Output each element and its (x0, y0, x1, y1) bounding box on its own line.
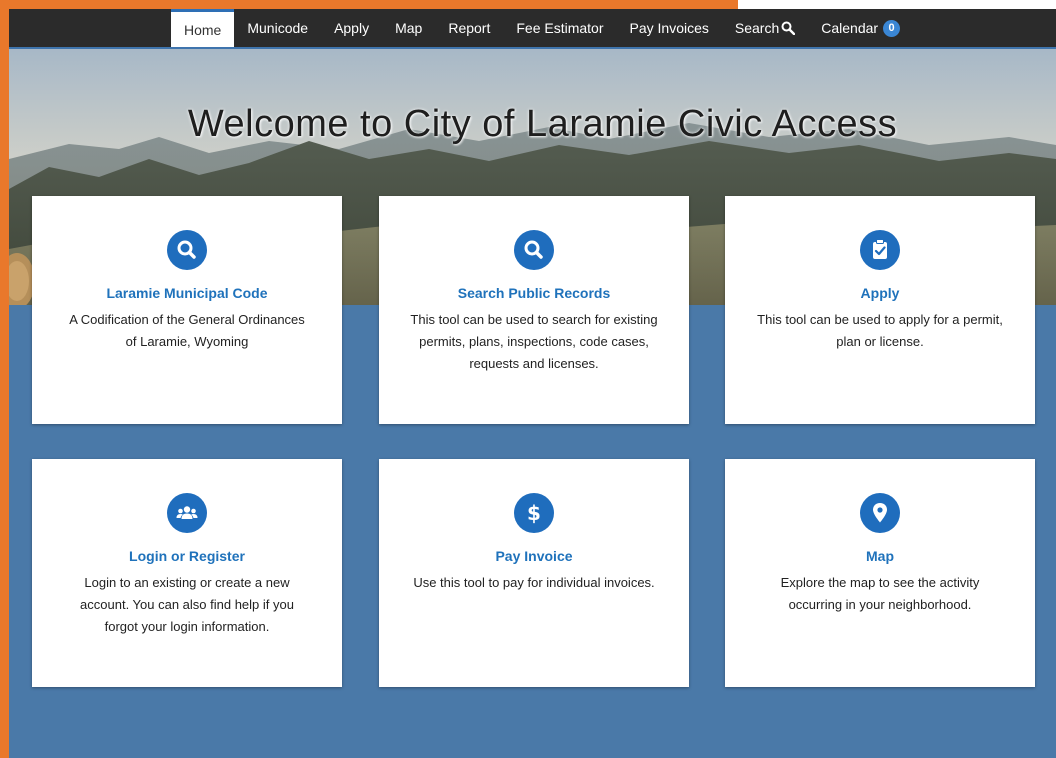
card-description: Login to an existing or create a new acc… (80, 575, 294, 634)
nav-item-label: Home (184, 21, 222, 38)
nav-item-label: Report (448, 20, 491, 36)
card-municipal-code[interactable]: Laramie Municipal Code A Codification of… (32, 196, 342, 424)
svg-text:$: $ (527, 501, 541, 525)
nav-item-label: Municode (247, 20, 309, 36)
top-navigation: Home Municode Apply Map Report Fee Estim… (9, 9, 1056, 49)
nav-item-map[interactable]: Map (382, 9, 435, 47)
calendar-count-badge: 0 (883, 19, 901, 37)
nav-items: Home Municode Apply Map Report Fee Estim… (171, 9, 913, 47)
nav-item-label: Search (734, 20, 780, 36)
users-icon (167, 493, 207, 533)
card-title[interactable]: Pay Invoice (379, 548, 689, 564)
card-title[interactable]: Apply (725, 285, 1035, 301)
nav-item-municode[interactable]: Municode (234, 9, 321, 47)
map-pin-icon (860, 493, 900, 533)
card-description: This tool can be used to search for exis… (410, 312, 658, 371)
card-title[interactable]: Laramie Municipal Code (32, 285, 342, 301)
card-map[interactable]: Map Explore the map to see the activity … (725, 459, 1035, 687)
nav-item-home[interactable]: Home (171, 9, 235, 47)
nav-item-fee-estimator[interactable]: Fee Estimator (503, 9, 616, 47)
card-description: This tool can be used to apply for a per… (757, 312, 1003, 349)
clipboard-check-icon (860, 230, 900, 270)
card-title[interactable]: Search Public Records (379, 285, 689, 301)
page-frame-top (0, 0, 738, 9)
card-title[interactable]: Map (725, 548, 1035, 564)
nav-item-label: Map (395, 20, 423, 36)
nav-item-label: Pay Invoices (629, 20, 709, 36)
card-description: Use this tool to pay for individual invo… (413, 575, 655, 590)
page-title: Welcome to City of Laramie Civic Access (187, 103, 898, 145)
nav-item-calendar[interactable]: Calendar 0 (808, 9, 913, 47)
card-pay-invoice[interactable]: $ Pay Invoice Use this tool to pay for i… (379, 459, 689, 687)
nav-item-search[interactable]: Search (722, 9, 808, 47)
card-description: A Codification of the General Ordinances… (69, 312, 305, 349)
card-title[interactable]: Login or Register (32, 548, 342, 564)
search-icon (514, 230, 554, 270)
page-frame-left (0, 0, 9, 758)
card-login-register[interactable]: Login or Register Login to an existing o… (32, 459, 342, 687)
nav-item-pay-invoices[interactable]: Pay Invoices (617, 9, 722, 47)
card-apply[interactable]: Apply This tool can be used to apply for… (725, 196, 1035, 424)
dollar-icon: $ (514, 493, 554, 533)
nav-item-report[interactable]: Report (435, 9, 503, 47)
search-icon (781, 21, 796, 36)
card-description: Explore the map to see the activity occu… (780, 575, 980, 612)
nav-item-label: Apply (334, 20, 370, 36)
nav-item-label: Calendar (821, 20, 879, 36)
nav-item-label: Fee Estimator (516, 20, 604, 36)
card-search-public-records[interactable]: Search Public Records This tool can be u… (379, 196, 689, 424)
nav-item-apply[interactable]: Apply (321, 9, 382, 47)
search-icon (167, 230, 207, 270)
